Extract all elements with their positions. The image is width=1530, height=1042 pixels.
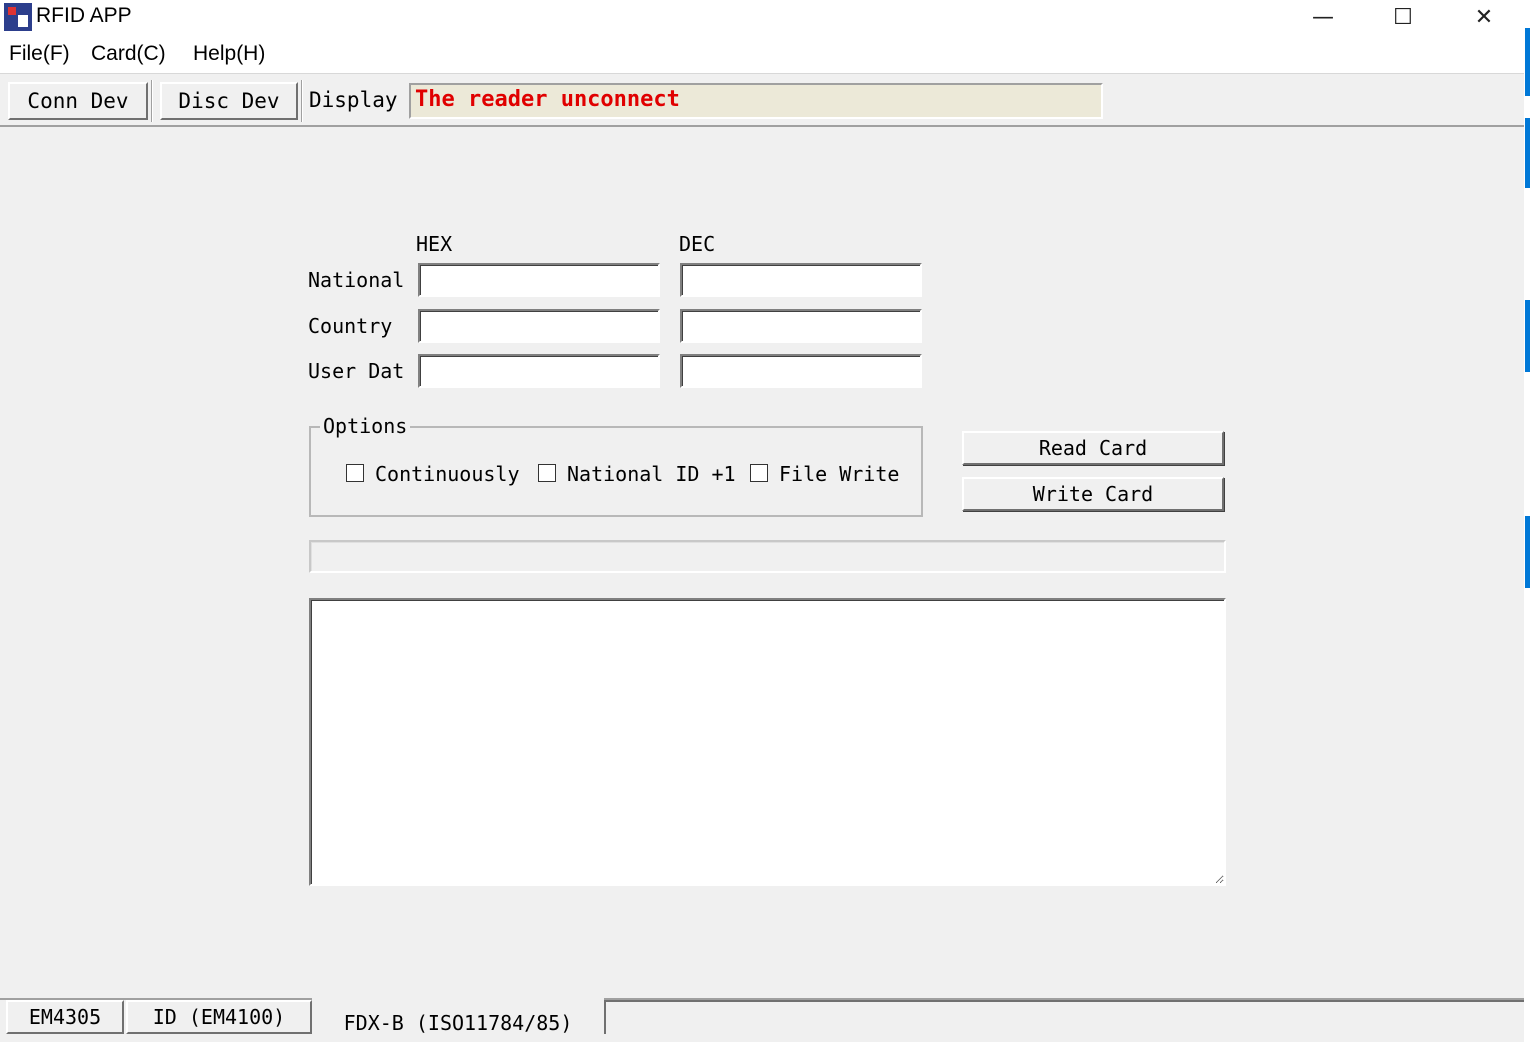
tab-em4305[interactable]: EM4305 <box>6 1000 124 1034</box>
display-label: Display <box>309 88 398 112</box>
national-id-increment-label[interactable]: National ID +1 <box>567 462 736 486</box>
user-data-label: User Dat <box>308 359 405 383</box>
disconnect-device-button[interactable]: Disc Dev <box>160 82 298 120</box>
user-data-hex-input[interactable] <box>418 354 660 388</box>
user-data-dec-input[interactable] <box>680 354 922 388</box>
log-output[interactable] <box>309 598 1226 886</box>
close-button[interactable]: ✕ <box>1444 0 1524 34</box>
menu-help[interactable]: Help(H) <box>193 42 265 66</box>
menu-file[interactable]: File(F) <box>9 42 70 66</box>
country-dec-input[interactable] <box>680 309 922 343</box>
hex-column-header: HEX <box>416 232 453 256</box>
continuously-label[interactable]: Continuously <box>375 462 520 486</box>
options-legend: Options <box>320 414 411 438</box>
connect-device-button[interactable]: Conn Dev <box>8 82 148 120</box>
desktop-accent <box>1525 300 1530 372</box>
continuously-checkbox[interactable] <box>346 464 364 482</box>
menu-card[interactable]: Card(C) <box>91 42 166 66</box>
desktop-accent <box>1525 516 1530 588</box>
file-write-checkbox[interactable] <box>750 464 768 482</box>
file-write-label[interactable]: File Write <box>779 462 899 486</box>
minimize-button[interactable]: — <box>1283 0 1363 34</box>
write-card-button[interactable]: Write Card <box>962 477 1224 511</box>
country-label: Country <box>308 314 393 338</box>
national-dec-input[interactable] <box>680 263 922 297</box>
window-title: RFID APP <box>36 4 132 27</box>
status-display: The reader unconnect <box>409 83 1103 119</box>
tab-strip-remainder <box>604 1000 1524 1034</box>
national-id-increment-checkbox[interactable] <box>538 464 556 482</box>
dec-column-header: DEC <box>679 232 716 256</box>
national-hex-input[interactable] <box>418 263 660 297</box>
maximize-button[interactable]: ☐ <box>1363 0 1443 34</box>
progress-bar <box>309 540 1226 573</box>
desktop-accent <box>1525 28 1530 96</box>
toolbar-separator <box>151 80 153 122</box>
desktop-accent <box>1525 118 1530 188</box>
tab-fdx-b[interactable]: FDX-B (ISO11784/85) <box>312 998 604 1042</box>
toolbar-separator <box>301 80 303 122</box>
read-card-button[interactable]: Read Card <box>962 431 1224 465</box>
tab-id-em4100[interactable]: ID (EM4100) <box>126 1000 312 1034</box>
app-icon <box>4 3 32 31</box>
national-label: National <box>308 268 405 292</box>
country-hex-input[interactable] <box>418 309 660 343</box>
